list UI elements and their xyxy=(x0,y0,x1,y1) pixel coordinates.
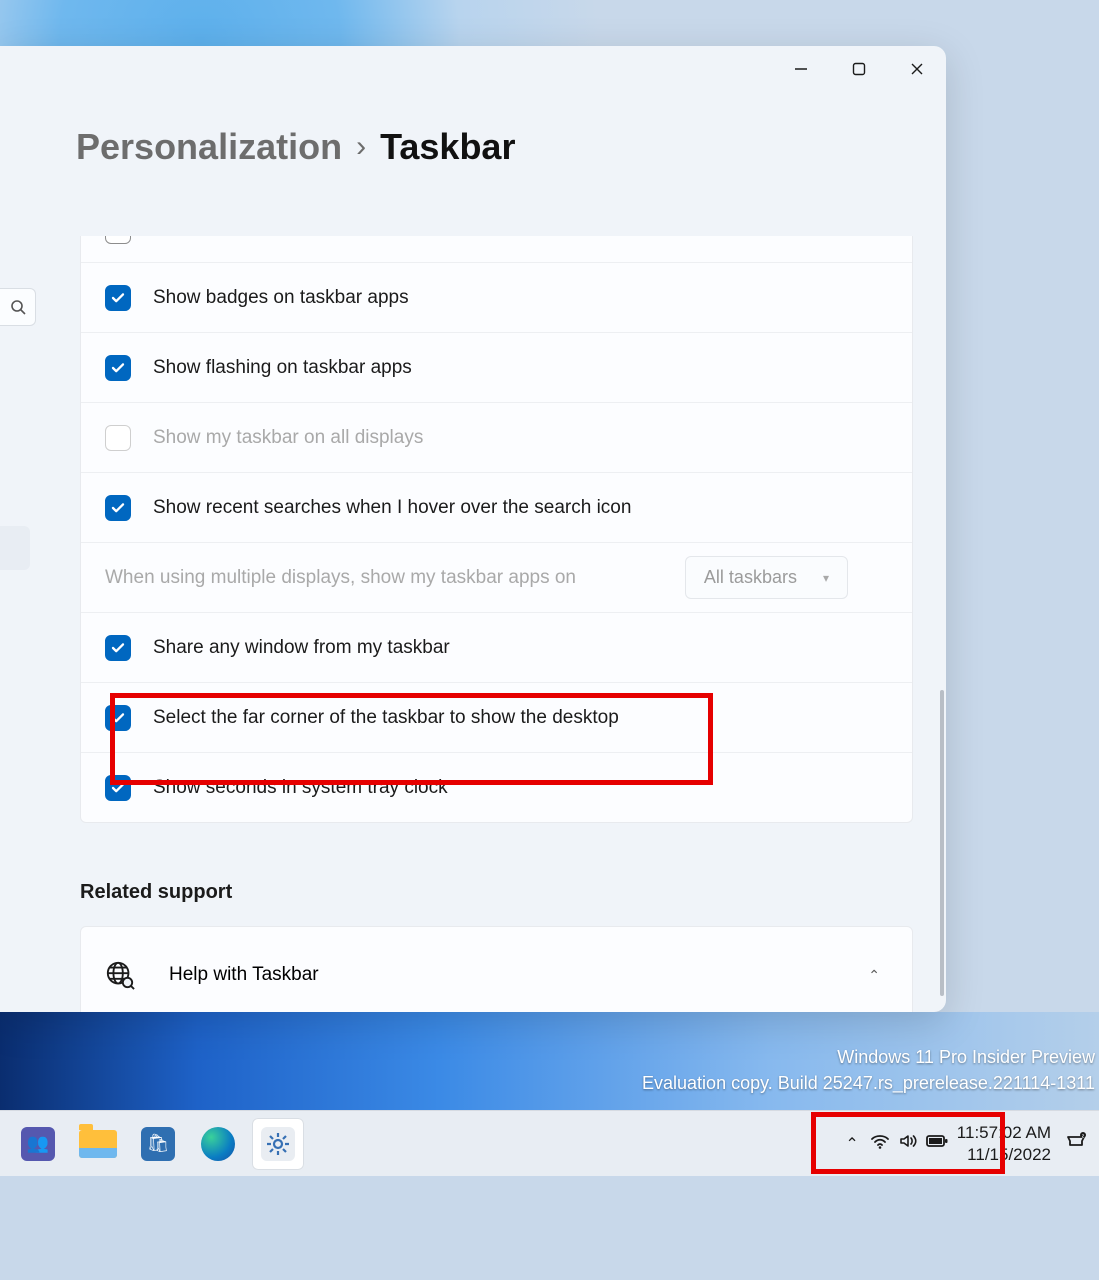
tray-time: 11:57:02 AM xyxy=(957,1122,1051,1143)
setting-label: Show recent searches when I hover over t… xyxy=(153,497,631,519)
wifi-icon xyxy=(869,1131,891,1156)
watermark-line2: Evaluation copy. Build 25247.rs_prerelea… xyxy=(642,1070,1095,1096)
checkbox[interactable] xyxy=(105,355,131,381)
checkbox[interactable] xyxy=(105,705,131,731)
volume-icon xyxy=(897,1131,919,1156)
battery-icon xyxy=(925,1131,947,1156)
checkbox[interactable] xyxy=(105,775,131,801)
windows-watermark: Windows 11 Pro Insider Preview Evaluatio… xyxy=(642,1044,1095,1096)
store-icon: 🛍 xyxy=(141,1127,175,1161)
globe-search-icon xyxy=(105,960,135,990)
maximize-button[interactable] xyxy=(830,46,888,92)
settings-content: Show badges on taskbar apps Show flashin… xyxy=(80,236,946,1012)
help-card: Help with Taskbar ⌃ Changing taskbar col… xyxy=(80,926,913,1012)
setting-row-partial[interactable] xyxy=(81,236,912,262)
page-title: Taskbar xyxy=(380,126,515,168)
notification-center-icon[interactable]: z xyxy=(1065,1130,1087,1157)
tray-quick-settings[interactable] xyxy=(869,1131,947,1156)
window-titlebar xyxy=(772,46,946,92)
tray-date: 11/15/2022 xyxy=(957,1144,1051,1165)
setting-row-all-displays: Show my taskbar on all displays xyxy=(81,402,912,472)
checkbox[interactable] xyxy=(105,236,131,244)
tray-overflow-chevron-icon[interactable]: ⌃ xyxy=(845,1134,858,1154)
setting-label: Show seconds in system tray clock xyxy=(153,777,448,799)
checkbox xyxy=(105,425,131,451)
help-label: Help with Taskbar xyxy=(169,964,319,986)
search-button[interactable] xyxy=(0,288,36,326)
multi-display-dropdown: All taskbars ▾ xyxy=(685,556,848,599)
watermark-line1: Windows 11 Pro Insider Preview xyxy=(642,1044,1095,1070)
taskbar-behaviors-card: Show badges on taskbar apps Show flashin… xyxy=(80,236,913,823)
checkbox[interactable] xyxy=(105,635,131,661)
taskbar-app-microsoft-store[interactable]: 🛍 xyxy=(132,1118,184,1170)
taskbar-app-teams[interactable]: 👥 xyxy=(12,1118,64,1170)
chevron-up-icon: ⌃ xyxy=(868,967,880,984)
setting-row-multi-display-apps: When using multiple displays, show my ta… xyxy=(81,542,912,612)
taskbar-pinned-apps: 👥 🛍 xyxy=(12,1118,304,1170)
folder-icon xyxy=(79,1130,117,1158)
setting-row-share-window[interactable]: Share any window from my taskbar xyxy=(81,612,912,682)
setting-label: Show flashing on taskbar apps xyxy=(153,357,412,379)
setting-label: Share any window from my taskbar xyxy=(153,637,450,659)
taskbar-app-edge[interactable] xyxy=(192,1118,244,1170)
related-support-heading: Related support xyxy=(80,881,946,904)
setting-row-recent-searches[interactable]: Show recent searches when I hover over t… xyxy=(81,472,912,542)
dropdown-value: All taskbars xyxy=(704,567,797,588)
edge-icon xyxy=(201,1127,235,1161)
help-with-taskbar-row[interactable]: Help with Taskbar ⌃ xyxy=(81,927,912,1012)
taskbar-app-settings[interactable] xyxy=(252,1118,304,1170)
chevron-down-icon: ▾ xyxy=(823,571,829,585)
close-button[interactable] xyxy=(888,46,946,92)
nav-item-active-sliver[interactable] xyxy=(0,526,30,570)
settings-window: Personalization › Taskbar Show badges on… xyxy=(0,46,946,1012)
setting-label: Show my taskbar on all displays xyxy=(153,427,423,449)
setting-row-show-seconds[interactable]: Show seconds in system tray clock xyxy=(81,752,912,822)
windows-taskbar[interactable]: 👥 🛍 ⌃ 11:57:02 AM 11/15/2022 xyxy=(0,1110,1099,1176)
taskbar-app-file-explorer[interactable] xyxy=(72,1118,124,1170)
checkbox[interactable] xyxy=(105,285,131,311)
scrollbar-thumb[interactable] xyxy=(940,690,944,996)
breadcrumb: Personalization › Taskbar xyxy=(76,126,515,168)
setting-label: Show badges on taskbar apps xyxy=(153,287,409,309)
gear-icon xyxy=(261,1127,295,1161)
taskbar-system-tray: ⌃ 11:57:02 AM 11/15/2022 z xyxy=(845,1122,1095,1165)
setting-row-show-desktop-corner[interactable]: Select the far corner of the taskbar to … xyxy=(81,682,912,752)
setting-row-show-flashing[interactable]: Show flashing on taskbar apps xyxy=(81,332,912,402)
tray-clock[interactable]: 11:57:02 AM 11/15/2022 xyxy=(957,1122,1051,1165)
checkbox[interactable] xyxy=(105,495,131,521)
setting-label: Select the far corner of the taskbar to … xyxy=(153,707,619,729)
setting-row-show-badges[interactable]: Show badges on taskbar apps xyxy=(81,262,912,332)
teams-icon: 👥 xyxy=(21,1127,55,1161)
minimize-button[interactable] xyxy=(772,46,830,92)
breadcrumb-separator-icon: › xyxy=(356,130,366,164)
search-icon xyxy=(10,299,26,315)
setting-label: When using multiple displays, show my ta… xyxy=(105,567,576,589)
breadcrumb-parent[interactable]: Personalization xyxy=(76,126,342,168)
